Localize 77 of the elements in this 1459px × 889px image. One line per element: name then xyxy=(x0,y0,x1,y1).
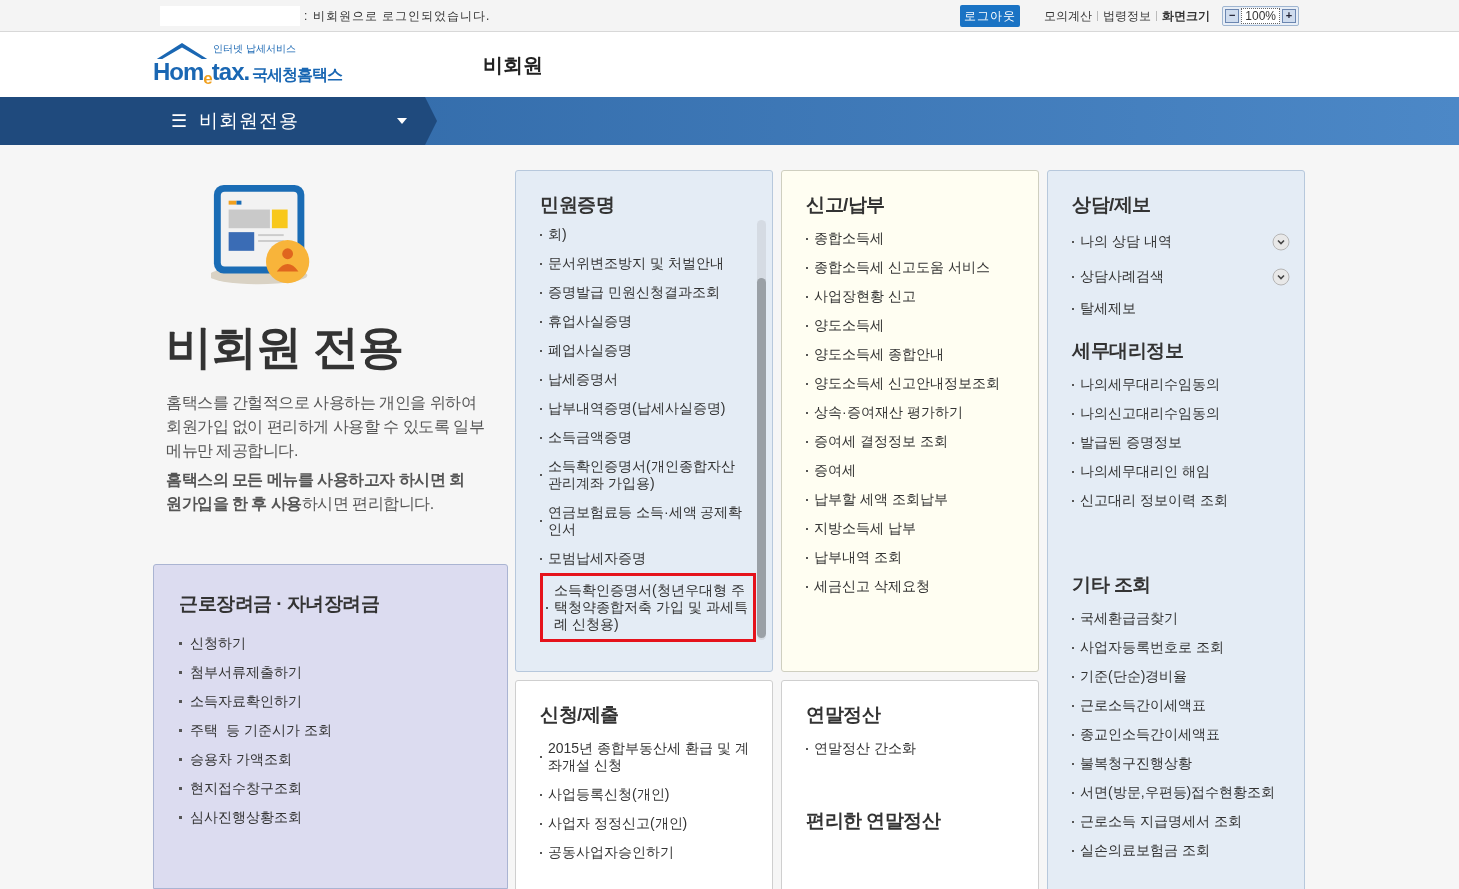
menu-link[interactable]: 소득자료확인하기 xyxy=(179,686,507,716)
section-title: 민원증명 xyxy=(540,193,615,217)
section-title: 연말정산 xyxy=(806,703,882,727)
menu-link[interactable]: 신고대리 정보이력 조회 xyxy=(1072,486,1290,515)
menu-link[interactable]: 발급된 증명정보 xyxy=(1072,428,1290,457)
menu-link[interactable]: 상담사례검색 xyxy=(1072,259,1290,294)
menu-link[interactable]: 실손의료보험금 조회 xyxy=(1072,836,1290,865)
menu-link[interactable]: 소득확인증명서(개인종합자산 관리계좌 가입용) xyxy=(540,452,746,498)
page-title: 비회원 xyxy=(483,52,543,78)
menu-link[interactable]: 납부내역증명(납세사실증명) xyxy=(540,394,746,423)
menu-link[interactable]: 주택 등 기준시가 조회 xyxy=(179,715,507,745)
menu-link[interactable]: 모범납세자증명 xyxy=(540,544,746,573)
menu-link[interactable]: 불복청구진행상황 xyxy=(1072,749,1290,778)
menu-link[interactable]: 기준(단순)경비율 xyxy=(1072,662,1290,691)
section-title: 기타 조회 xyxy=(1072,573,1152,597)
menu-link[interactable]: 사업장현황 신고 xyxy=(806,282,1024,311)
menu-link[interactable]: 공동사업자승인하기 xyxy=(540,838,758,867)
menu-link[interactable]: 문서위변조방지 및 처벌안내 xyxy=(540,249,746,278)
zoom-level-field[interactable]: 100% xyxy=(1241,7,1280,24)
menu-dropdown[interactable]: ☰ 비회원전용 xyxy=(0,97,437,145)
menu-link[interactable]: 연금보험료등 소득·세액 공제확인서 xyxy=(540,498,746,544)
menu-link[interactable]: 세금신고 삭제요청 xyxy=(806,572,1024,601)
menu-link[interactable]: 납부내역 조회 xyxy=(806,543,1024,572)
menu-link[interactable]: 국세환급금찾기 xyxy=(1072,604,1290,633)
menu-link[interactable]: 사업등록신청(개인) xyxy=(540,780,758,809)
menu-link[interactable]: 소득확인증명서(청년우대형 주택청약종합저축 가입 및 과세특례 신청용) xyxy=(540,573,756,642)
header-link[interactable]: 화면크기 xyxy=(1162,6,1211,25)
menu-link[interactable]: 나의세무대리인 해임 xyxy=(1072,457,1290,486)
menu-link[interactable]: 2015년 종합부동산세 환급 및 계좌개설 신청 xyxy=(540,734,758,780)
menu-link[interactable]: 지방소득세 납부 xyxy=(806,514,1024,543)
section-title: 세무대리정보 xyxy=(1072,339,1184,363)
section-title: 편리한 연말정산 xyxy=(806,809,942,833)
menu-link[interactable]: 양도소득세 신고안내정보조회 xyxy=(806,369,1024,398)
menu-link[interactable]: 양도소득세 xyxy=(806,311,1024,340)
menu-link[interactable]: 신청하기 xyxy=(179,628,507,658)
menu-link[interactable]: 승용차 가액조회 xyxy=(179,744,507,774)
menu-link[interactable]: 증여세 xyxy=(806,456,1024,485)
header-link[interactable]: 모의계산 xyxy=(1044,6,1093,25)
menu-link[interactable]: 근로소득 지급명세서 조회 xyxy=(1072,807,1290,836)
menu-link[interactable]: 양도소득세 종합안내 xyxy=(806,340,1024,369)
login-status-text: : 비회원으로 로그인되었습니다. xyxy=(304,7,491,25)
menu-link[interactable]: 첨부서류제출하기 xyxy=(179,657,507,687)
menu-link[interactable]: 사업자등록번호로 조회 xyxy=(1072,633,1290,662)
menu-link[interactable]: 심사진행상황조회 xyxy=(179,802,507,832)
menu-link[interactable]: 나의세무대리수임동의 xyxy=(1072,370,1290,399)
zoom-in-button[interactable]: + xyxy=(1282,8,1296,23)
menu-link[interactable]: 종교인소득간이세액표 xyxy=(1072,720,1290,749)
menu-link[interactable]: 휴업사실증명 xyxy=(540,307,746,336)
menu-link[interactable]: 사업자 정정신고(개인) xyxy=(540,809,758,838)
menu-link[interactable]: 상속·증여재산 평가하기 xyxy=(806,398,1024,427)
menu-link[interactable]: 종합소득세 xyxy=(806,224,1024,253)
menu-link[interactable]: 연말정산 간소화 xyxy=(806,734,1024,763)
zoom-out-button[interactable]: − xyxy=(1225,8,1240,23)
menu-link[interactable]: 서면(방문,우편등)접수현황조회 xyxy=(1072,778,1290,807)
logout-button[interactable]: 로그아웃 xyxy=(960,4,1021,27)
intro-description: 홈택스를 간헐적으로 사용하는 개인을 위하여 회원가입 없이 편리하게 사용할 수 있도록 일부메뉴만 제공합니다. xyxy=(166,393,486,462)
intro-title: 비회원 전용 xyxy=(166,321,404,374)
menu-link[interactable]: 증명발급 민원신청결과조회 xyxy=(540,278,746,307)
menu-link[interactable]: 소득금액증명 xyxy=(540,423,746,452)
menu-link[interactable]: 현지접수창구조회 xyxy=(179,773,507,803)
menu-link[interactable]: 나의 상담 내역 xyxy=(1072,224,1290,259)
section-title: 상담/제보 xyxy=(1072,193,1152,217)
section-title: 신고/납부 xyxy=(806,193,886,217)
menu-link[interactable]: 증여세 결정정보 조회 xyxy=(806,427,1024,456)
header-link[interactable]: 법령정보 xyxy=(1103,6,1152,25)
menu-link[interactable]: 탈세제보 xyxy=(1072,294,1290,323)
menu-link[interactable]: 납세증명서 xyxy=(540,365,746,394)
menu-link[interactable]: 종합소득세 신고도움 서비스 xyxy=(806,253,1024,282)
panel-title: 근로장려금 · 자녀장려금 xyxy=(179,592,381,617)
member-signup-note: 홈택스의 모든 메뉴를 사용하고자 하시면 회원가입을 한 후 사용하시면 편리합니다. xyxy=(166,470,466,515)
menu-link[interactable]: 나의신고대리수임동의 xyxy=(1072,399,1290,428)
menu-link[interactable]: 폐업사실증명 xyxy=(540,336,746,365)
section-title: 신청/제출 xyxy=(540,703,620,727)
menu-link[interactable]: 회) xyxy=(540,220,746,249)
menu-link[interactable]: 납부할 세액 조회납부 xyxy=(806,485,1024,514)
hometax-logo[interactable]: 인터넷 납세서비스 Hom$_{e}$tax.국세청홈택스 xyxy=(153,42,369,87)
menu-link[interactable]: 근로소득간이세액표 xyxy=(1072,691,1290,720)
